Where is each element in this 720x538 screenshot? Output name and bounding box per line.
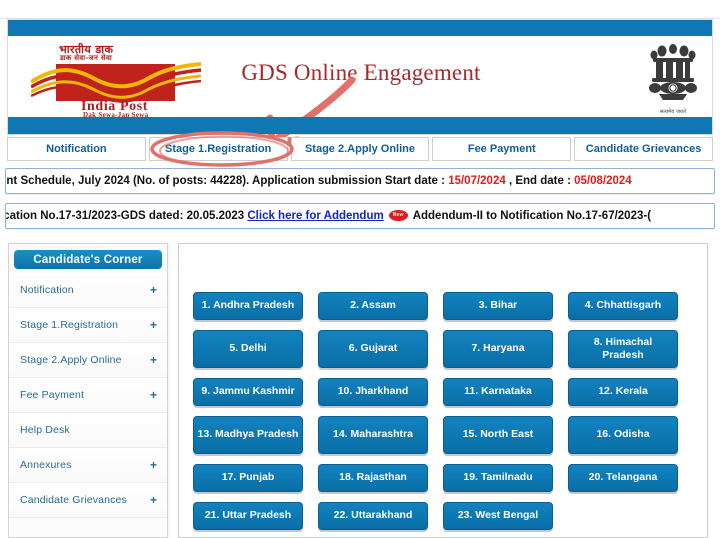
addendum-marquee-suffix: Addendum-II to Notification No.17-67/202… [412,210,652,222]
sidebar-item-label: Fee Payment [20,389,85,401]
state-button-karnataka[interactable]: 11. Karnataka [443,378,553,406]
sidebar-item-stage2-apply-online[interactable]: Stage 2.Apply Online + [9,343,167,378]
schedule-end-date: 05/08/2024 [574,175,632,187]
sidebar-item-label: Stage 2.Apply Online [20,354,122,366]
state-button-rajasthan[interactable]: 18. Rajasthan [318,464,428,492]
page-root: भारतीय डाक डाक सेवा-जन सेवा India Post D… [0,0,720,538]
browser-top-strip [0,0,720,19]
sidebar-item-annexures[interactable]: Annexures + [9,448,167,483]
addendum-marquee: ication No.17-31/2023-GDS dated: 20.05.2… [5,203,715,229]
state-button-haryana[interactable]: 7. Haryana [443,330,553,368]
banner-top-bar [8,20,712,36]
sidebar-item-label: Candidate Grievances [20,494,127,506]
sidebar-item-label: Stage 1.Registration [20,319,119,331]
expand-plus-icon[interactable]: + [150,494,157,506]
state-button-punjab[interactable]: 17. Punjab [193,464,303,492]
tab-stage2-apply-online[interactable]: Stage 2.Apply Online [290,137,430,161]
schedule-marquee-prefix: ent Schedule, July 2024 (No. of posts: 4… [5,175,449,187]
sidebar-item-help-desk[interactable]: Help Desk [9,413,167,448]
sidebar-item-fee-payment[interactable]: Fee Payment + [9,378,167,413]
addendum-link[interactable]: Click here for Addendum [247,210,383,222]
expand-plus-icon[interactable]: + [150,354,157,366]
banner-bottom-bar [8,117,712,134]
schedule-start-date: 15/07/2024 [448,175,506,187]
state-button-north-east[interactable]: 15. North East [443,416,553,454]
sidebar-item-label: Notification [20,284,74,296]
state-button-himachal-pradesh[interactable]: 8. Himachal Pradesh [568,330,678,368]
sidebar-item-notification[interactable]: Notification + [9,273,167,308]
schedule-marquee: ent Schedule, July 2024 (No. of posts: 4… [5,168,715,194]
state-button-jharkhand[interactable]: 10. Jharkhand [318,378,428,406]
main-navigation: Notification Stage 1.Registration Stage … [7,137,713,161]
state-button-andhra-pradesh[interactable]: 1. Andhra Pradesh [193,292,303,320]
state-button-delhi[interactable]: 5. Delhi [193,330,303,368]
state-button-madhya-pradesh[interactable]: 13. Madhya Pradesh [193,416,303,454]
banner-middle: भारतीय डाक डाक सेवा-जन सेवा India Post D… [8,36,712,146]
expand-plus-icon[interactable]: + [150,319,157,331]
national-emblem-icon: सत्यमेव जयते [646,41,700,115]
state-button-uttarakhand[interactable]: 22. Uttarakhand [318,502,428,530]
sidebar-item-stage1-registration[interactable]: Stage 1.Registration + [9,308,167,343]
new-badge-icon: New [388,210,408,222]
sidebar-list: Notification + Stage 1.Registration + St… [9,273,167,518]
page-title: GDS Online Engagement [241,60,481,85]
state-button-maharashtra[interactable]: 14. Maharashtra [318,416,428,454]
state-button-kerala[interactable]: 12. Kerala [568,378,678,406]
state-button-chhattisgarh[interactable]: 4. Chhattisgarh [568,292,678,320]
addendum-marquee-prefix: ication No.17-31/2023-GDS dated: 20.05.2… [5,210,248,222]
tab-candidate-grievances[interactable]: Candidate Grievances [574,137,713,161]
expand-plus-icon[interactable]: + [150,459,157,471]
expand-plus-icon[interactable]: + [150,389,157,401]
state-button-odisha[interactable]: 16. Odisha [568,416,678,454]
state-button-telangana[interactable]: 20. Telangana [568,464,678,492]
sidebar-item-candidate-grievances[interactable]: Candidate Grievances + [9,483,167,518]
state-button-gujarat[interactable]: 6. Gujarat [318,330,428,368]
sidebar-item-label: Help Desk [20,424,70,436]
sidebar-header: Candidate's Corner [14,250,162,269]
tab-stage1-registration[interactable]: Stage 1.Registration [148,137,288,161]
schedule-marquee-middle: , End date : [505,175,575,187]
state-button-jammu-kashmir[interactable]: 9. Jammu Kashmir [193,378,303,406]
state-button-bihar[interactable]: 3. Bihar [443,292,553,320]
state-selection-panel: 1. Andhra Pradesh 2. Assam 3. Bihar 4. C… [178,243,708,538]
emblem-caption: सत्यमेव जयते [659,109,687,115]
expand-plus-icon[interactable]: + [150,284,157,296]
candidates-corner-sidebar: Candidate's Corner Notification + Stage … [8,243,168,538]
sidebar-item-label: Annexures [20,459,72,471]
state-button-uttar-pradesh[interactable]: 21. Uttar Pradesh [193,502,303,530]
tab-fee-payment[interactable]: Fee Payment [432,137,572,161]
state-button-tamilnadu[interactable]: 19. Tamilnadu [443,464,553,492]
state-button-west-bengal[interactable]: 23. West Bengal [443,502,553,530]
state-button-grid: 1. Andhra Pradesh 2. Assam 3. Bihar 4. C… [193,292,693,530]
state-button-assam[interactable]: 2. Assam [318,292,428,320]
site-banner: भारतीय डाक डाक सेवा-जन सेवा India Post D… [7,19,713,146]
tab-notification[interactable]: Notification [7,137,146,161]
